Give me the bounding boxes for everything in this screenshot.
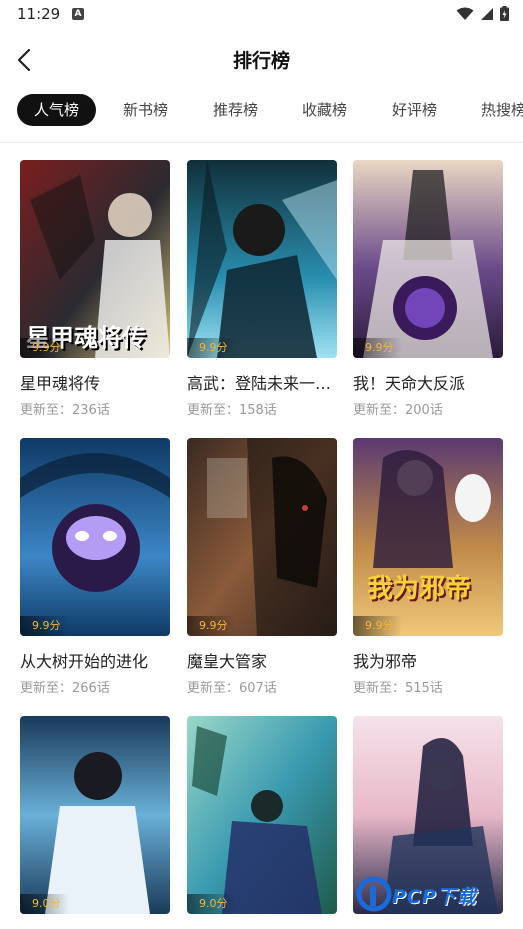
notification-icon: A bbox=[72, 8, 84, 20]
wifi-icon bbox=[456, 7, 474, 20]
tab-recommended[interactable]: 推荐榜 bbox=[213, 94, 258, 126]
comic-card[interactable]: 9.0分 bbox=[187, 716, 337, 914]
tab-top-rated[interactable]: 好评榜 bbox=[392, 94, 437, 126]
comic-card[interactable]: 星甲魂将传 9.9分 星甲魂将传 更新至：236话 bbox=[20, 160, 170, 418]
tab-popular[interactable]: 人气榜 bbox=[17, 94, 97, 126]
status-time: 11:29 bbox=[17, 5, 61, 23]
battery-icon bbox=[500, 6, 509, 21]
score-badge: 9.0分 bbox=[187, 894, 236, 914]
comic-card[interactable]: 9.9分 我！天命大反派 更新至：200话 bbox=[353, 160, 503, 418]
cover-art bbox=[20, 716, 170, 914]
score-badge: 9.9分 bbox=[20, 616, 69, 636]
page-title: 排行榜 bbox=[232, 50, 290, 72]
cover-art bbox=[187, 438, 337, 636]
score-badge: 9.9分 bbox=[20, 338, 69, 358]
cover-art bbox=[187, 716, 337, 914]
cover-art bbox=[353, 160, 503, 358]
divider bbox=[0, 142, 523, 143]
comic-update: 更新至：236话 bbox=[20, 403, 110, 418]
cover-art bbox=[20, 438, 170, 636]
comic-update: 更新至：515话 bbox=[353, 681, 443, 696]
comic-card[interactable]: 9.9分 从大树开始的进化 更新至：266话 bbox=[20, 438, 170, 696]
score-badge: 9.9分 bbox=[353, 616, 402, 636]
score-badge: 9.9分 bbox=[187, 338, 236, 358]
cover-color bbox=[302, 505, 308, 511]
score-badge: 9.9分 bbox=[187, 616, 236, 636]
comic-card[interactable]: 9.9分 魔皇大管家 更新至：607话 bbox=[187, 438, 337, 696]
tab-favorites[interactable]: 收藏榜 bbox=[302, 94, 347, 126]
comic-cover[interactable]: 9.9分 bbox=[187, 160, 337, 358]
comic-cover[interactable]: 9.9分 bbox=[187, 438, 337, 636]
cover-title-text: 我为邪帝 bbox=[367, 574, 472, 604]
comic-cover[interactable]: 星甲魂将传 9.9分 bbox=[20, 160, 170, 358]
comic-title: 星甲魂将传 bbox=[20, 374, 101, 393]
cover-art bbox=[353, 438, 503, 636]
comic-cover[interactable]: 9.0分 bbox=[20, 716, 170, 914]
pc-logo-icon bbox=[356, 876, 392, 912]
comic-cover[interactable]: 9.9分 bbox=[20, 438, 170, 636]
comic-title: 从大树开始的进化 bbox=[20, 652, 149, 671]
comic-update: 更新至：607话 bbox=[187, 681, 277, 696]
cover-color bbox=[66, 516, 126, 560]
comic-update: 更新至：158话 bbox=[187, 403, 277, 418]
comic-cover[interactable]: 9.0分 bbox=[187, 716, 337, 914]
score-badge: 9.0分 bbox=[20, 894, 69, 914]
tab-trending[interactable]: 热搜榜 bbox=[481, 94, 523, 126]
comic-title: 我！天命大反派 bbox=[353, 374, 466, 393]
comic-title: 魔皇大管家 bbox=[187, 652, 268, 671]
comic-update: 更新至：200话 bbox=[353, 403, 443, 418]
watermark-logo: PCP下载 bbox=[356, 876, 516, 912]
watermark-text: PCP下载 bbox=[392, 886, 477, 908]
comic-title: 高武：登陆未来一… bbox=[187, 374, 332, 393]
score-badge: 9.9分 bbox=[353, 338, 402, 358]
comic-card[interactable]: 9.0分 bbox=[20, 716, 170, 914]
tab-new[interactable]: 新书榜 bbox=[123, 94, 168, 126]
comic-title: 我为邪帝 bbox=[353, 652, 418, 671]
comic-card[interactable]: 我为邪帝 9.9分 我为邪帝 更新至：515话 bbox=[353, 438, 503, 696]
comic-card[interactable]: 9.9分 高武：登陆未来一… 更新至：158话 bbox=[187, 160, 337, 418]
signal-icon bbox=[481, 7, 493, 20]
status-bar: 11:29 A bbox=[0, 0, 523, 30]
comic-update: 更新至：266话 bbox=[20, 681, 110, 696]
system-icons bbox=[456, 6, 509, 21]
cover-art bbox=[187, 160, 337, 358]
header: 排行榜 bbox=[0, 30, 523, 88]
comic-cover[interactable]: 我为邪帝 9.9分 bbox=[353, 438, 503, 636]
comic-cover[interactable]: 9.9分 bbox=[353, 160, 503, 358]
ranking-tabs: 人气榜 新书榜 推荐榜 收藏榜 好评榜 热搜榜 bbox=[0, 94, 523, 128]
